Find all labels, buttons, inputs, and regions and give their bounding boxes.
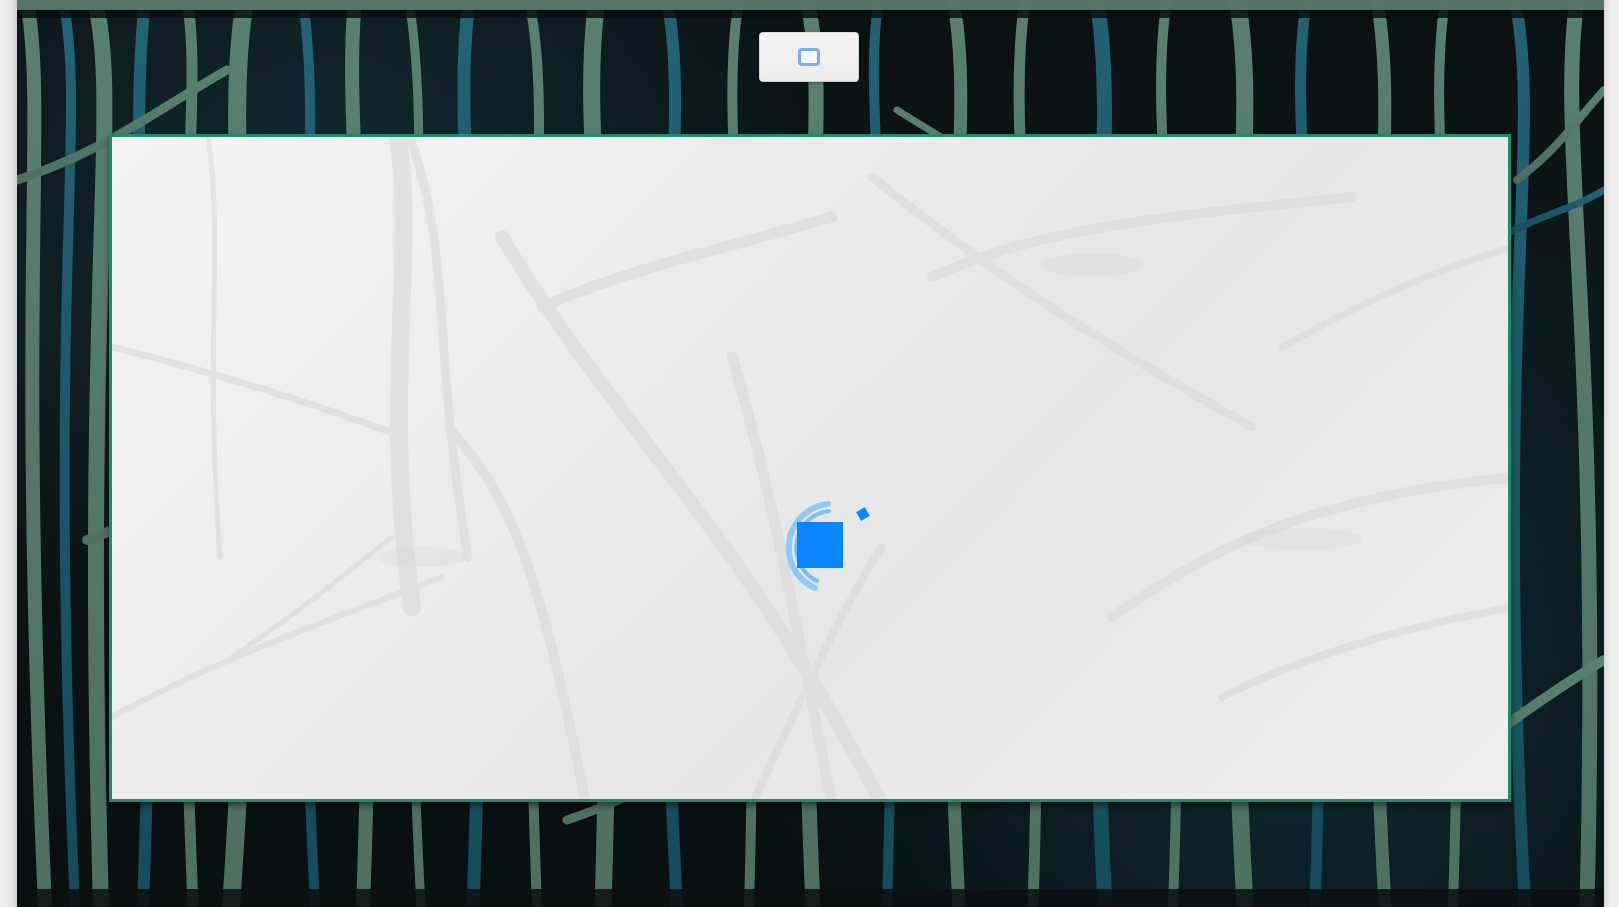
panel-texture bbox=[112, 137, 1508, 799]
window-toggle-button[interactable] bbox=[759, 32, 859, 82]
square-icon bbox=[798, 48, 820, 66]
game-stage bbox=[0, 0, 1619, 907]
game-content-panel bbox=[109, 134, 1511, 802]
loading-spinner bbox=[765, 482, 885, 602]
right-gutter bbox=[1604, 0, 1619, 907]
top-window-strip bbox=[17, 0, 1604, 10]
left-gutter bbox=[0, 0, 17, 907]
